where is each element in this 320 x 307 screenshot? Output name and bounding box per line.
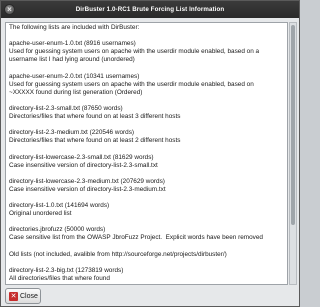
window-title: DirBuster 1.0-RC1 Brute Forcing List Inf… — [75, 6, 225, 13]
info-text-line: Directories/files that where found on at… — [9, 137, 181, 145]
info-text-line — [9, 170, 287, 178]
info-text-line: ~XXXXX found during list generation (Ord… — [9, 88, 143, 96]
info-text-line: Case insensitive version of directory-li… — [9, 185, 166, 193]
vertical-scrollbar[interactable] — [289, 22, 297, 285]
info-text-line: Used for guessing system users on apache… — [9, 48, 260, 56]
info-text-line: Directories/files that where found on at… — [9, 113, 181, 121]
info-text-line: directory-list-lowercase-2.3-small.txt (… — [9, 153, 154, 161]
info-text-line: Original unordered list — [9, 210, 72, 218]
info-text-line — [9, 243, 287, 251]
info-text-line: apache-user-enum-1.0.txt (8916 usernames… — [9, 40, 136, 48]
info-text-line: Old lists (not included, avalible from h… — [9, 250, 227, 258]
info-text-line — [9, 97, 287, 105]
info-text-line: directories.jbrofuzz (50000 words) — [9, 226, 106, 234]
info-text-line — [9, 121, 287, 129]
close-button[interactable]: ✕ Close — [5, 288, 41, 304]
info-text-line: Used for guessing system users on apache… — [9, 80, 254, 88]
info-dialog-window: × DirBuster 1.0-RC1 Brute Forcing List I… — [0, 0, 300, 307]
info-text-line — [9, 64, 287, 72]
window-close-icon[interactable]: × — [4, 4, 15, 15]
info-text-line — [9, 194, 287, 202]
info-text-line — [9, 283, 287, 284]
info-text-line: username list I had lying around (unorde… — [9, 56, 135, 64]
info-text-line: Case sensitive list from the OWASP JbroF… — [9, 234, 263, 242]
info-text-line: Case insensitive version of directory-li… — [9, 161, 158, 169]
info-text-line: directory-list-2.3-small.txt (87650 word… — [9, 104, 123, 112]
info-text-line: directory-list-1.0.txt (141694 words) — [9, 202, 110, 210]
info-text-line — [9, 32, 287, 40]
scrollbar-thumb[interactable] — [291, 25, 295, 225]
close-button-label: Close — [20, 292, 38, 300]
title-bar: × DirBuster 1.0-RC1 Brute Forcing List I… — [1, 1, 299, 18]
info-text-line — [9, 145, 287, 153]
info-text-line: directory-list-lowercase-2.3-medium.txt … — [9, 177, 165, 185]
info-text-line — [9, 218, 287, 226]
info-text-line: The following lists are included with Di… — [9, 24, 140, 31]
close-icon: ✕ — [9, 291, 18, 301]
info-text-line: apache-user-enum-2.0.txt (10341 username… — [9, 72, 140, 80]
info-text-line: All directories/files that where found — [9, 274, 110, 282]
info-text-line — [9, 259, 287, 267]
info-text-line: directory-list-2.3-medium.txt (220546 wo… — [9, 129, 135, 137]
info-text-area[interactable]: The following lists are included with Di… — [5, 22, 288, 285]
info-text-line: directory-list-2.3-big.txt (1273819 word… — [9, 266, 124, 274]
info-text-content: The following lists are included with Di… — [6, 23, 287, 284]
